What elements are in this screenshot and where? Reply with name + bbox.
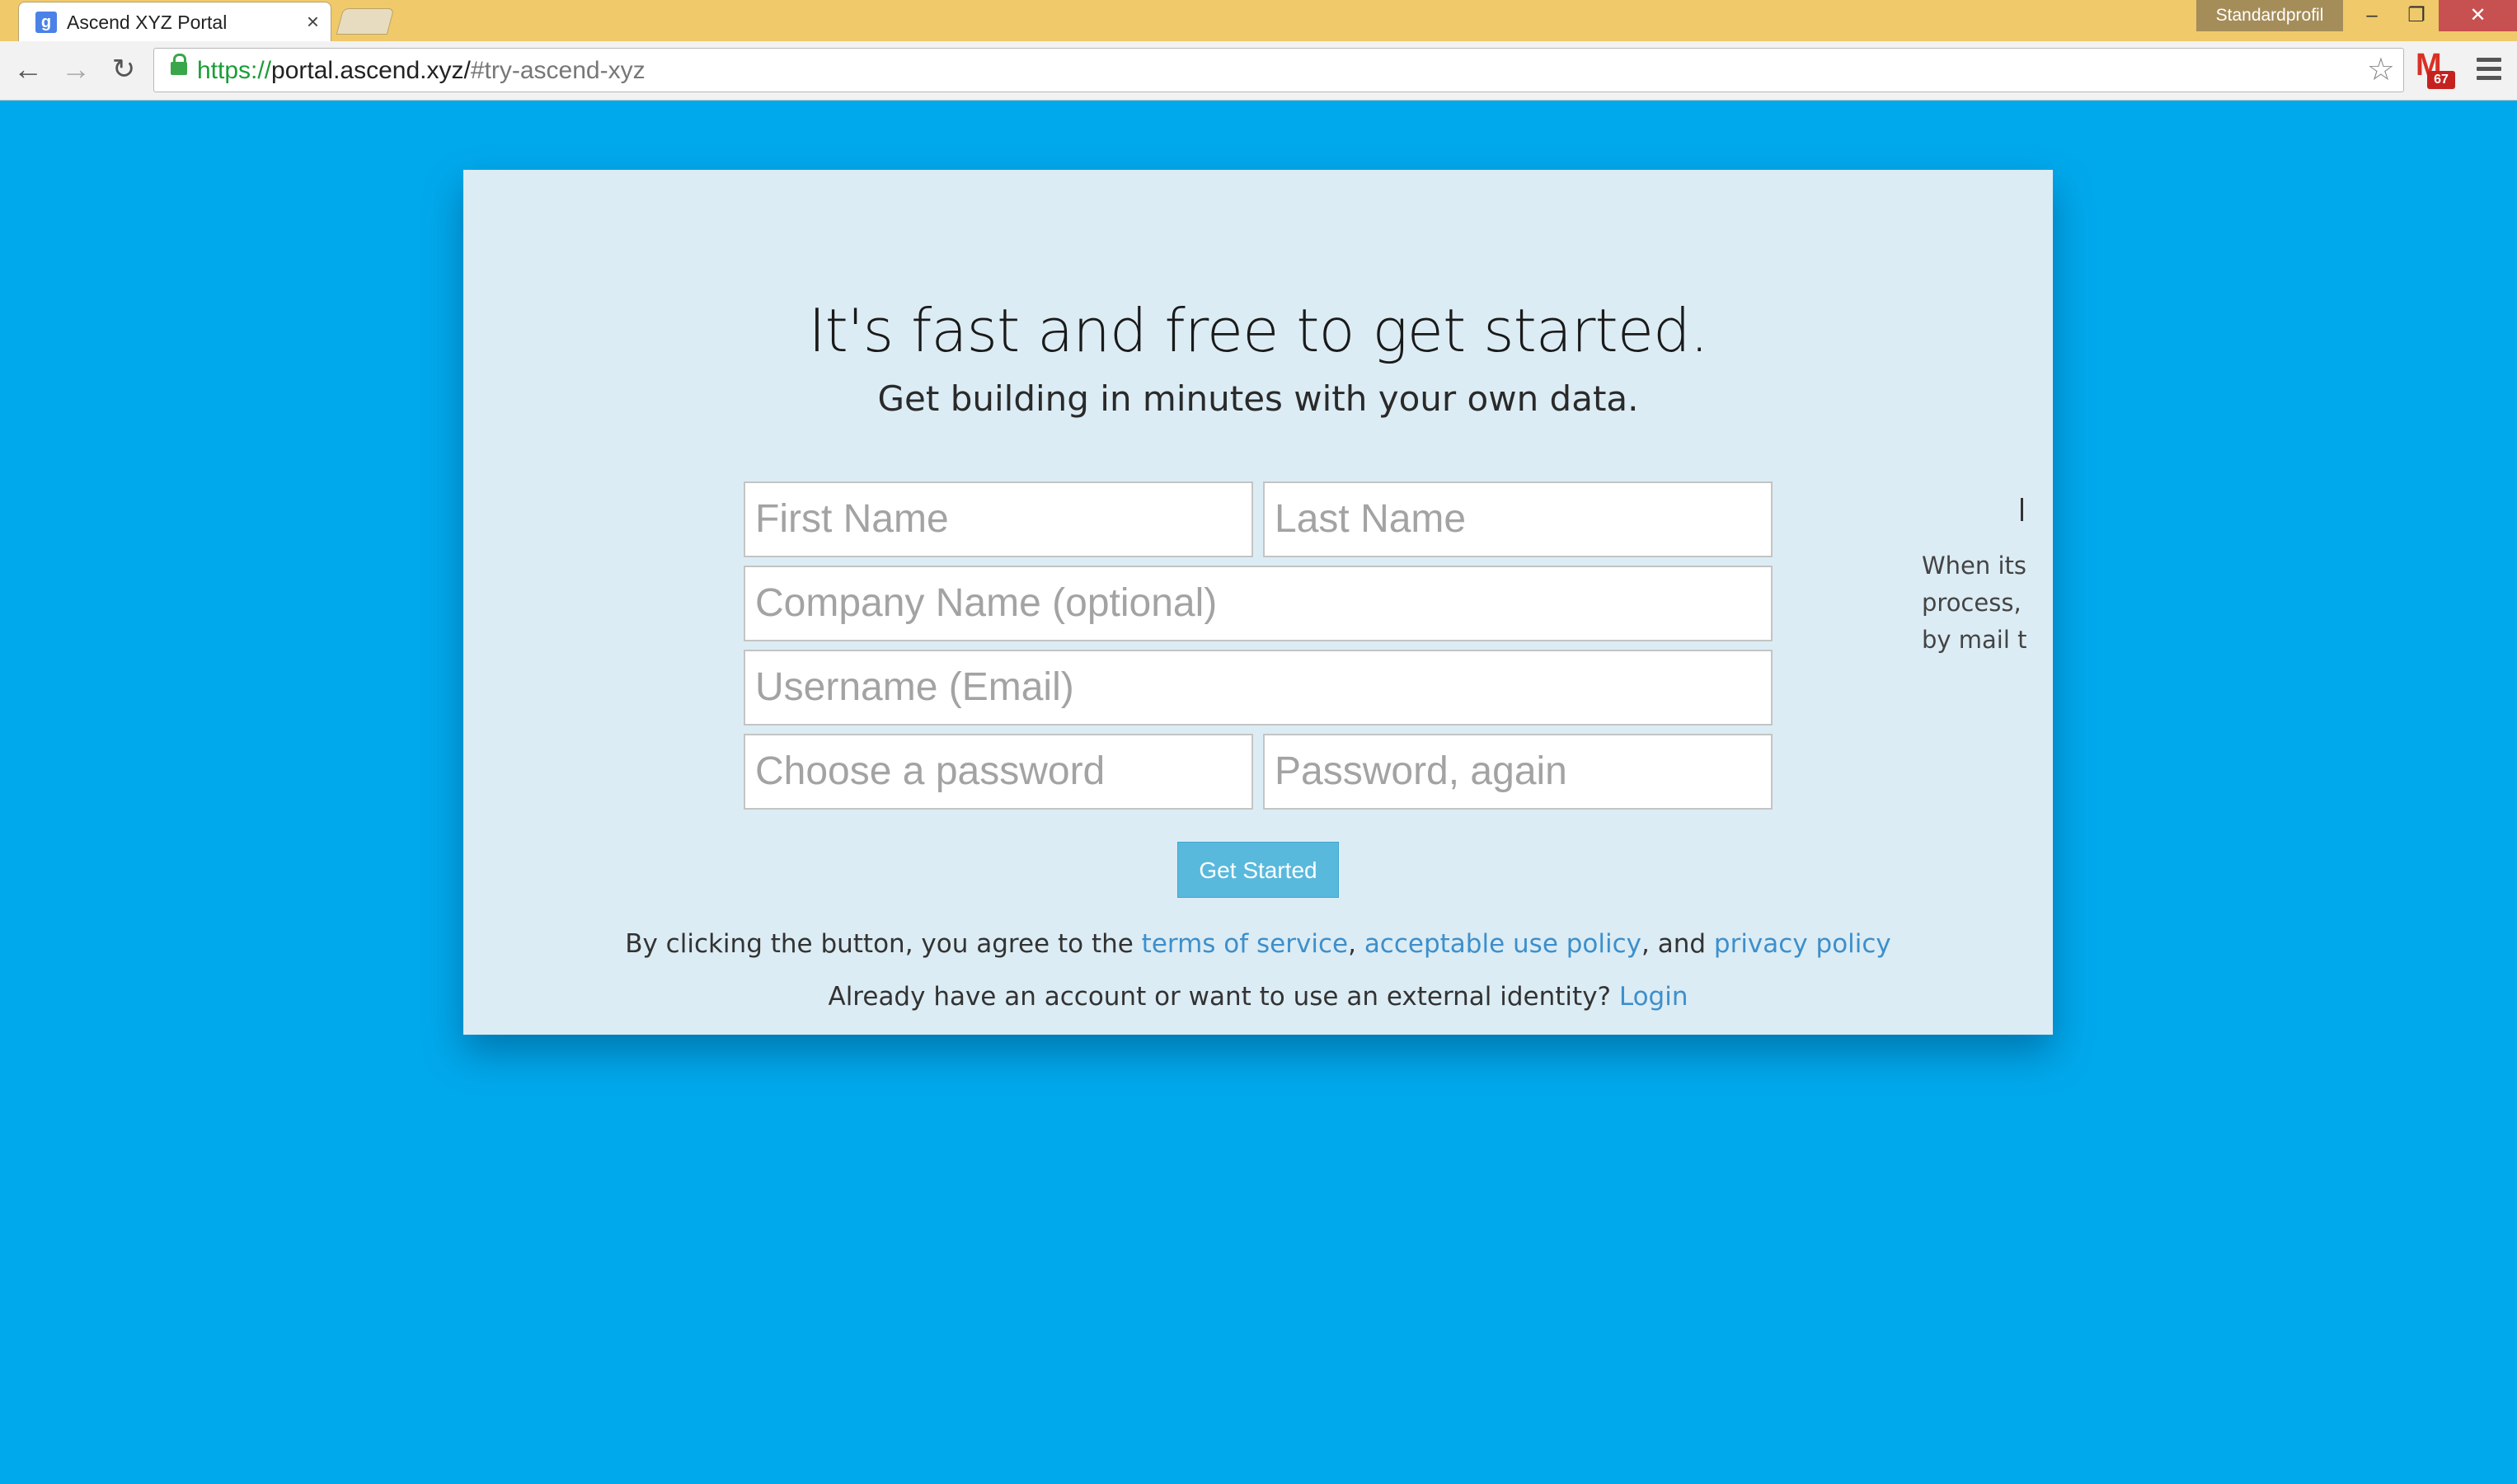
google-favicon-icon: g: [35, 12, 57, 33]
forward-arrow-icon[interactable]: →: [58, 51, 94, 87]
last-name-input[interactable]: Last Name: [1263, 481, 1773, 557]
new-tab-button[interactable]: [336, 8, 395, 35]
browser-toolbar: ← → ↻ https://portal.ascend.xyz/#try-asc…: [0, 41, 2517, 101]
bookmark-star-icon[interactable]: ☆: [2367, 54, 2395, 87]
back-arrow-icon[interactable]: ←: [10, 51, 46, 87]
username-email-input[interactable]: Username (Email): [744, 650, 1773, 726]
get-started-button[interactable]: Get Started: [1177, 842, 1339, 898]
text-cursor-mark: [2021, 498, 2023, 521]
unread-count-badge: 67: [2427, 71, 2455, 89]
privacy-policy-link[interactable]: privacy policy: [1714, 929, 1891, 959]
password-input[interactable]: Choose a password: [744, 734, 1253, 810]
side-panel-line: process, a: [1922, 589, 2026, 617]
url-hash: #try-ascend-xyz: [470, 57, 646, 84]
login-link[interactable]: Login: [1619, 982, 1688, 1012]
url-text[interactable]: https://portal.ascend.xyz/#try-ascend-xy…: [197, 57, 646, 85]
profile-button[interactable]: Standardprofil: [2196, 0, 2343, 31]
acceptable-use-policy-link[interactable]: acceptable use policy: [1364, 929, 1641, 959]
tab-close-icon[interactable]: ×: [307, 9, 319, 34]
password-confirm-input[interactable]: Password, again: [1263, 734, 1773, 810]
gmail-extension-icon[interactable]: M 67: [2416, 49, 2455, 89]
legal-sep-1: ,: [1348, 929, 1364, 959]
legal-notice: By clicking the button, you agree to the…: [463, 927, 2053, 961]
tab-ascend-portal[interactable]: g Ascend XYZ Portal ×: [18, 2, 331, 41]
hamburger-menu-icon[interactable]: [2477, 58, 2501, 81]
login-prompt-text: Already have an account or want to use a…: [828, 982, 1619, 1012]
url-host: portal.ascend.xyz/: [271, 57, 471, 84]
side-panel-text: When its process, a by mail to: [1922, 547, 2026, 659]
page-subtitle: Get building in minutes with your own da…: [877, 378, 1639, 419]
legal-prefix: By clicking the button, you agree to the: [625, 929, 1142, 959]
restore-icon[interactable]: ❐: [2391, 0, 2442, 31]
legal-sep-2: , and: [1641, 929, 1714, 959]
side-panel-line: When its: [1922, 552, 2026, 580]
terms-of-service-link[interactable]: terms of service: [1142, 929, 1348, 959]
signup-card: It's fast and free to get started. Get b…: [463, 170, 2053, 1035]
lock-icon[interactable]: [171, 54, 187, 75]
tab-title: Ascend XYZ Portal: [67, 12, 228, 33]
url-scheme: https://: [197, 57, 272, 84]
browser-titlebar: g Ascend XYZ Portal × Standardprofil – ❐…: [0, 0, 2517, 41]
window-close-icon[interactable]: ✕: [2439, 0, 2517, 31]
company-name-input[interactable]: Company Name (optional): [744, 566, 1773, 641]
side-panel-line: by mail to: [1922, 626, 2026, 654]
address-bar[interactable]: https://portal.ascend.xyz/#try-ascend-xy…: [153, 48, 2404, 92]
clipped-side-panel: When its process, a by mail to: [1922, 483, 2026, 829]
page-title: It's fast and free to get started.: [808, 296, 1708, 365]
reload-icon[interactable]: ↻: [106, 51, 142, 87]
minimize-icon[interactable]: –: [2346, 0, 2397, 31]
login-prompt: Already have an account or want to use a…: [463, 979, 2053, 1014]
first-name-input[interactable]: First Name: [744, 481, 1253, 557]
